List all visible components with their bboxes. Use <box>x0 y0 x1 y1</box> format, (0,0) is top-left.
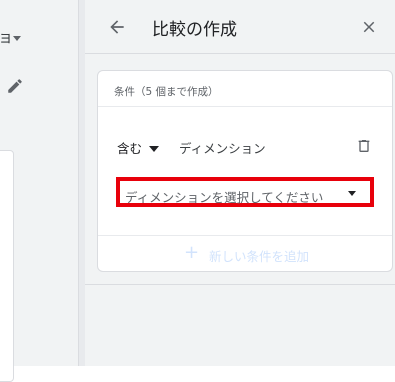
dimension-select-placeholder: ディメンションを選択してください <box>125 190 324 205</box>
close-button[interactable] <box>360 18 378 36</box>
left-pane: ョ <box>0 0 78 382</box>
close-icon <box>363 21 375 33</box>
panel-divider <box>85 284 395 285</box>
dimension-select[interactable]: ディメンションを選択してください <box>116 177 374 207</box>
back-button[interactable] <box>107 17 127 37</box>
caret-down-icon[interactable] <box>13 36 21 41</box>
caret-down-icon[interactable] <box>149 146 159 152</box>
dimension-label: ディメンション <box>179 141 266 156</box>
caret-down-icon <box>348 191 356 196</box>
arrow-back-icon <box>110 20 124 34</box>
card-divider <box>98 235 392 236</box>
left-card <box>0 150 14 382</box>
left-toolbar-text: ョ <box>0 28 14 46</box>
conditions-card: 条件（5 個まで作成） 含む ディメンション ディメンションを選択してください … <box>97 70 393 272</box>
pencil-icon[interactable] <box>6 77 24 95</box>
delete-condition-button[interactable] <box>356 138 372 154</box>
trash-icon <box>358 140 370 152</box>
conditions-title: 条件（5 個まで作成） <box>114 86 219 98</box>
card-header: 条件（5 個まで作成） <box>98 71 392 107</box>
panel-header: 比較の作成 <box>85 0 395 54</box>
add-condition-label: 新しい条件を追加 <box>209 249 310 264</box>
panel-title: 比較の作成 <box>152 20 237 40</box>
comparison-panel: 比較の作成 条件（5 個まで作成） 含む ディメンション ディメンションを選択し… <box>85 0 395 366</box>
plus-icon: + <box>184 242 200 263</box>
include-label[interactable]: 含む <box>117 138 142 157</box>
